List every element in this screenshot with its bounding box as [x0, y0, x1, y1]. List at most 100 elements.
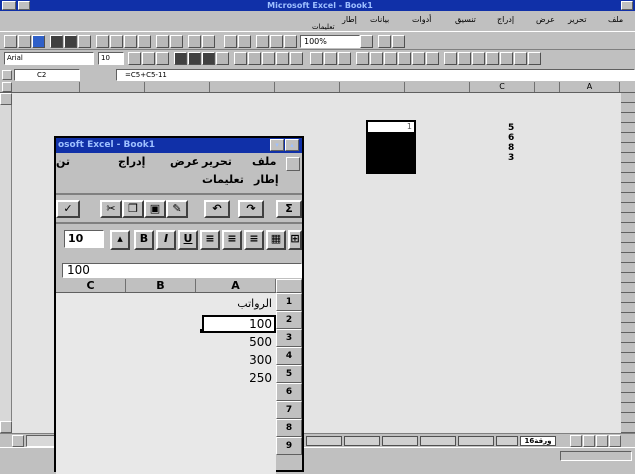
align-left-icon[interactable] [174, 52, 187, 65]
zoom-currency-icon[interactable]: ⊞ [288, 230, 302, 250]
zoom-dropdown-icon[interactable] [360, 35, 373, 48]
system-menu-button[interactable] [2, 1, 16, 10]
orient-icon[interactable] [426, 52, 439, 65]
formula-bar-grip[interactable] [2, 70, 12, 80]
sheet-tab[interactable] [344, 436, 380, 446]
indent-icon[interactable] [384, 52, 397, 65]
print-icon[interactable] [50, 35, 63, 48]
font-name-field[interactable]: Arial [4, 52, 94, 65]
wrap-icon[interactable] [412, 52, 425, 65]
zoom-row-header[interactable]: 2 [276, 311, 302, 329]
scroll-down-button[interactable] [0, 421, 12, 433]
main-cell[interactable]: 6 [508, 133, 514, 143]
zoom-cell-value[interactable]: 300 [196, 353, 272, 367]
row-header-stripes[interactable] [621, 93, 635, 433]
zoom-menu-edit[interactable]: تحرير [202, 155, 232, 168]
zoom-row-header[interactable]: 7 [276, 401, 302, 419]
zoom-formula-bar[interactable]: 100 [62, 263, 302, 278]
undo-icon[interactable] [156, 35, 169, 48]
zoom-spell-icon[interactable]: ✓ [56, 200, 80, 218]
zoom-cut-icon[interactable]: ✂ [100, 200, 122, 218]
currency-icon[interactable] [234, 52, 247, 65]
zoom-row-header[interactable]: 9 [276, 437, 302, 455]
zoom-row-header[interactable]: 4 [276, 347, 302, 365]
zoom-select[interactable]: 100% [300, 35, 360, 48]
col-header[interactable] [535, 82, 560, 92]
zoom-menu-format[interactable]: تن [56, 155, 70, 168]
copy-icon[interactable] [110, 35, 123, 48]
zoom-maximize-button[interactable]: ▴ [285, 139, 299, 151]
decrease-font-icon[interactable] [444, 52, 457, 65]
font-size-field[interactable]: 10 [98, 52, 124, 65]
drawing-icon[interactable] [284, 35, 297, 48]
function-wizard-icon[interactable] [202, 35, 215, 48]
zoom-window-title-bar[interactable]: osoft Excel - Book1 ▾ ▴ [56, 138, 302, 153]
save-icon[interactable] [32, 35, 45, 48]
col-header[interactable] [275, 82, 340, 92]
extra-icon[interactable] [528, 52, 541, 65]
main-cell[interactable]: 3 [508, 153, 514, 163]
tipwizard-icon[interactable] [378, 35, 391, 48]
col-header-a[interactable]: A [560, 82, 620, 92]
style-icon[interactable] [472, 52, 485, 65]
col-header[interactable] [340, 82, 405, 92]
font-color-icon[interactable] [338, 52, 351, 65]
col-header[interactable] [80, 82, 145, 92]
zoom-select-all-corner[interactable] [276, 279, 302, 293]
app-title-bar[interactable]: Microsoft Excel - Book1 [0, 0, 635, 11]
zoom-menu-window[interactable]: إطار [254, 173, 279, 186]
italic-icon[interactable] [142, 52, 155, 65]
zoom-cell-header-salaries[interactable]: الرواتب [196, 297, 272, 310]
zoom-bold-icon[interactable]: B [134, 230, 154, 250]
decrease-decimal-icon[interactable] [290, 52, 303, 65]
main-cell[interactable]: 8 [508, 143, 514, 153]
zoom-col-header-b[interactable]: B [126, 279, 196, 292]
tab-nav-last[interactable] [609, 435, 621, 447]
zoom-row-header[interactable]: 6 [276, 383, 302, 401]
col-header-c[interactable]: C [470, 82, 535, 92]
name-box[interactable]: C2 [14, 69, 80, 81]
outdent-icon[interactable] [398, 52, 411, 65]
tab-nav-next[interactable] [596, 435, 608, 447]
spell-icon[interactable] [78, 35, 91, 48]
vertical-scrollbar[interactable] [0, 93, 12, 433]
zoom-align-right-icon[interactable]: ≡ [200, 230, 220, 250]
sheet-tab[interactable] [420, 436, 456, 446]
fill-handle[interactable] [200, 329, 204, 333]
more-format-icon[interactable] [486, 52, 499, 65]
scroll-up-button[interactable] [0, 93, 12, 105]
align-right-icon[interactable] [202, 52, 215, 65]
rtl-icon[interactable] [356, 52, 369, 65]
zoom-menu-file[interactable]: ملف [252, 155, 276, 168]
col-header[interactable] [405, 82, 470, 92]
menu-item-format[interactable]: تنسيق [455, 15, 476, 24]
toolbar-end-icon[interactable] [514, 52, 527, 65]
align-center-icon[interactable] [188, 52, 201, 65]
select-all-corner[interactable] [2, 82, 12, 92]
hscroll-left-button[interactable] [12, 435, 24, 447]
zoom-menu-insert[interactable]: إدراج [118, 155, 145, 168]
zoom-active-cell[interactable]: 100 [200, 315, 276, 333]
sheet-tab[interactable] [306, 436, 342, 446]
fill-color-icon[interactable] [324, 52, 337, 65]
zoom-format-painter-icon[interactable]: ✎ [166, 200, 188, 218]
percent-icon[interactable] [248, 52, 261, 65]
sort-ascending-icon[interactable] [224, 35, 237, 48]
sheet-tab[interactable] [458, 436, 494, 446]
map-icon[interactable] [270, 35, 283, 48]
zoom-grid[interactable]: الرواتب 100 500 300 250 [56, 293, 276, 474]
zoom-font-size-dropdown-icon[interactable]: ▴ [110, 230, 130, 250]
zoom-copy-icon[interactable]: ❐ [122, 200, 144, 218]
increase-font-icon[interactable] [458, 52, 471, 65]
increase-decimal-icon[interactable] [276, 52, 289, 65]
bold-icon[interactable] [128, 52, 141, 65]
zoom-underline-icon[interactable]: U [178, 230, 198, 250]
zoom-align-left-icon[interactable]: ≡ [244, 230, 264, 250]
sheet-tab[interactable] [496, 436, 518, 446]
autosum-icon[interactable] [188, 35, 201, 48]
open-icon[interactable] [18, 35, 31, 48]
zoom-cell-value[interactable]: 500 [196, 335, 272, 349]
zoom-row-header[interactable]: 8 [276, 419, 302, 437]
main-selected-cell[interactable]: 1 [366, 120, 416, 174]
formula-input[interactable]: =C5+C5-11 [116, 69, 635, 81]
